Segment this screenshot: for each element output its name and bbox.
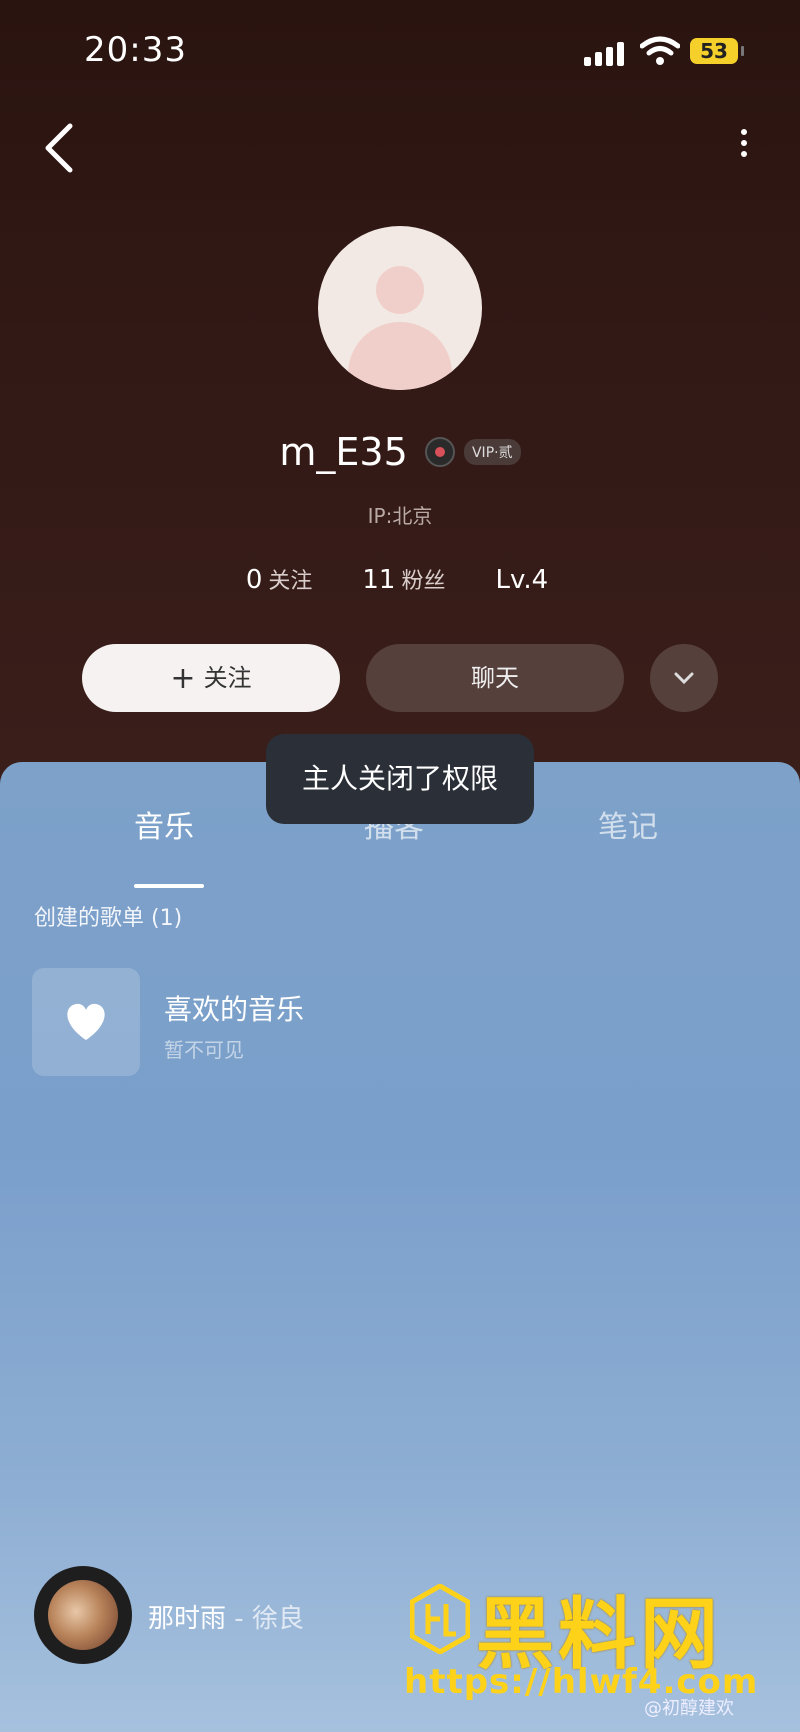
battery-indicator: 53 [690,38,744,64]
song-title: 那时雨 [148,1604,227,1634]
wifi-icon [640,36,680,65]
tab-notes[interactable]: 笔记 [598,802,658,846]
list-item[interactable]: 喜欢的音乐 暂不可见 [32,968,732,1078]
song-artist: 徐良 [251,1604,304,1634]
chevron-down-icon [674,672,694,685]
vip-badge[interactable]: VIP·贰 [463,439,521,465]
album-disc[interactable] [34,1566,132,1664]
signal-icon [584,40,628,66]
username-row: m_E35 VIP·贰 [0,430,800,474]
status-bar: 20:33 53 [0,0,800,100]
album-art [48,1580,118,1650]
chat-button[interactable]: 聊天 [366,644,624,712]
now-playing-text[interactable]: 那时雨 - 徐良 [148,1598,304,1635]
vinyl-badge-icon [424,437,455,467]
tab-music[interactable]: 音乐 [134,802,194,846]
profile-stats: 0 关注 11 粉丝 Lv.4 [0,563,800,595]
username: m_E35 [279,430,408,474]
follow-button[interactable]: + 关注 [82,644,340,712]
avatar[interactable] [318,226,482,390]
playlist-title: 喜欢的音乐 [164,993,305,1026]
playlists-section-title: 创建的歌单 (1) [34,906,183,931]
active-tab-indicator [134,884,204,888]
playlist-cover [32,968,140,1076]
expand-button[interactable] [650,644,718,712]
back-icon[interactable] [40,120,80,176]
playlist-visibility: 暂不可见 [164,1038,244,1062]
status-time: 20:33 [84,30,187,70]
more-options-icon[interactable] [732,124,756,172]
watermark-logo-icon [410,1584,470,1654]
watermark: 黑料网 https://hlwf4.com [404,1572,764,1702]
followers-stat[interactable]: 11 粉丝 [362,565,445,595]
weibo-credit: @初醇建欢 [644,1698,734,1719]
ip-location: IP:北京 [367,504,433,528]
level-badge: Lv.4 [495,565,549,595]
heart-icon [67,1003,105,1040]
following-stat[interactable]: 0 关注 [246,565,313,595]
profile-header: 20:33 53 m_E35 VIP·贰 IP:北京 0 关注 11 粉丝 Lv.4… [0,0,800,780]
permission-toast: 主人关闭了权限 [266,734,534,824]
plus-icon: + [170,661,196,696]
